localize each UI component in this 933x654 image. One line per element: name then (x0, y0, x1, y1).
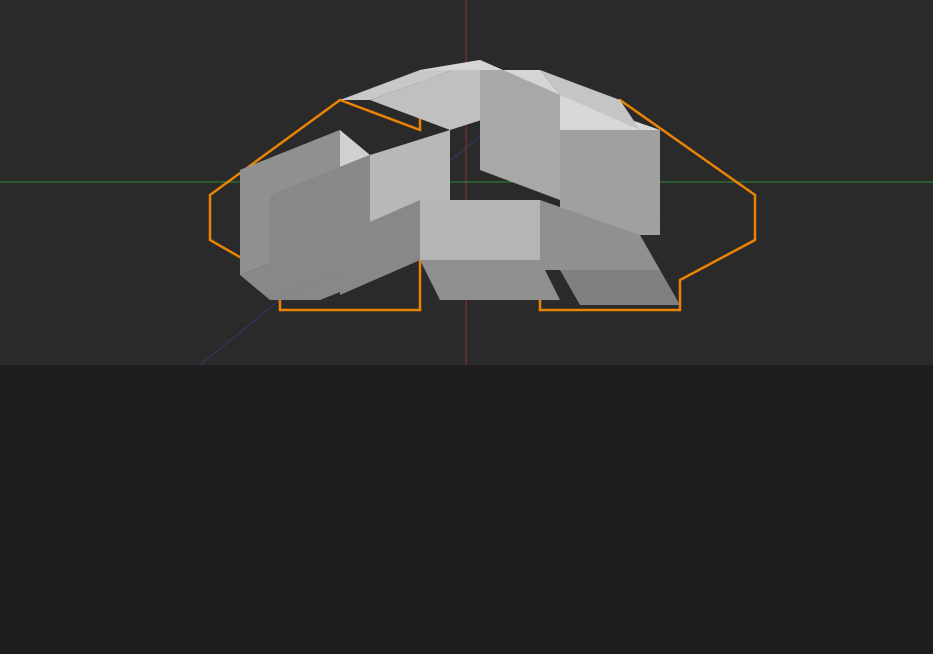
node-editor: ∨ Group Input Geometry ∨ Extrude Mesh Fa… (0, 365, 933, 654)
node-connections (0, 365, 933, 654)
3d-viewport[interactable] (0, 0, 933, 365)
